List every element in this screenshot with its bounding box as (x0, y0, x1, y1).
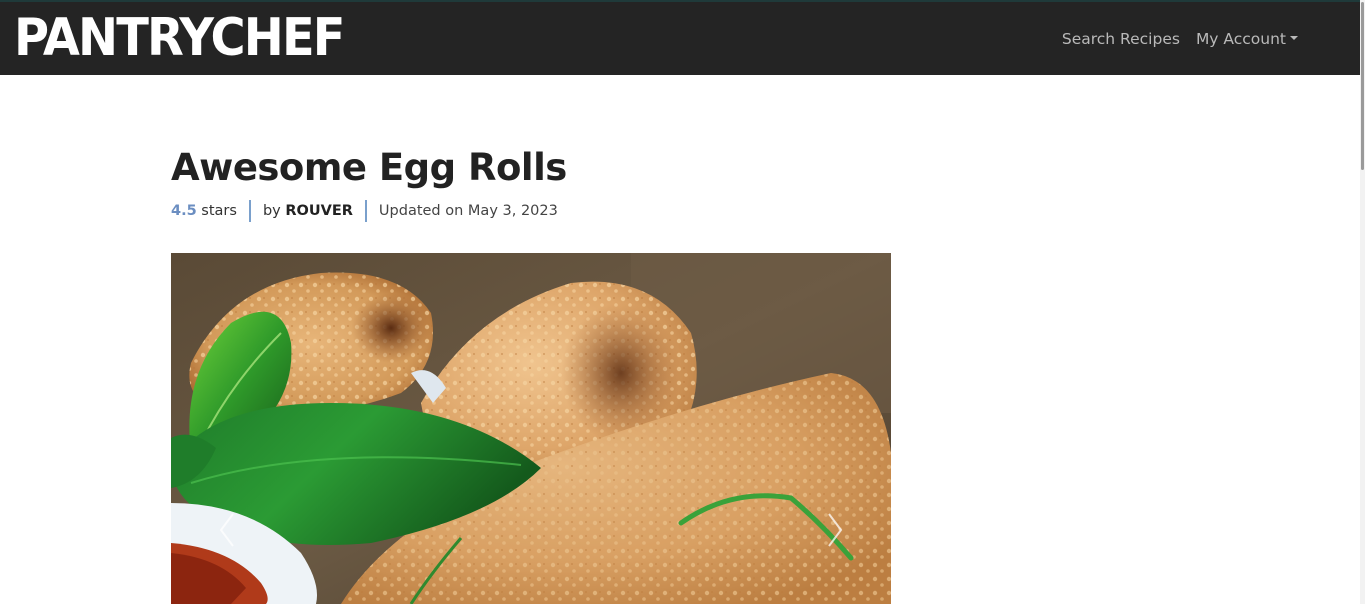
rating: 4.5 stars (171, 203, 237, 219)
updated-date: Updated on May 3, 2023 (378, 203, 558, 219)
scrollbar-thumb[interactable] (1361, 2, 1364, 170)
author-link[interactable]: ROUVER (285, 203, 353, 219)
rating-suffix: stars (196, 203, 237, 219)
search-recipes-link[interactable]: Search Recipes (1062, 28, 1180, 50)
author-byline: by ROUVER (263, 203, 353, 219)
recipe-image-carousel (171, 253, 891, 604)
nav-links: Search Recipes My Account (1062, 28, 1298, 50)
my-account-label: My Account (1195, 30, 1286, 48)
page-scrollbar[interactable] (1360, 0, 1365, 604)
recipe-title: Awesome Egg Rolls (171, 146, 567, 189)
author-prefix: by (262, 203, 286, 219)
brand-logo[interactable]: PANTRYCHEF (14, 6, 345, 70)
chevron-right-icon[interactable] (823, 510, 847, 550)
rating-value: 4.5 (171, 203, 197, 219)
chevron-left-icon[interactable] (215, 510, 239, 550)
meta-separator (364, 200, 367, 222)
my-account-dropdown[interactable]: My Account (1196, 28, 1298, 50)
recipe-meta: 4.5 stars by ROUVER Updated on May 3, 20… (171, 200, 558, 222)
top-navbar: PANTRYCHEF Search Recipes My Account (0, 0, 1360, 75)
recipe-photo (171, 253, 891, 604)
caret-down-icon (1290, 36, 1298, 40)
meta-separator (248, 200, 251, 222)
